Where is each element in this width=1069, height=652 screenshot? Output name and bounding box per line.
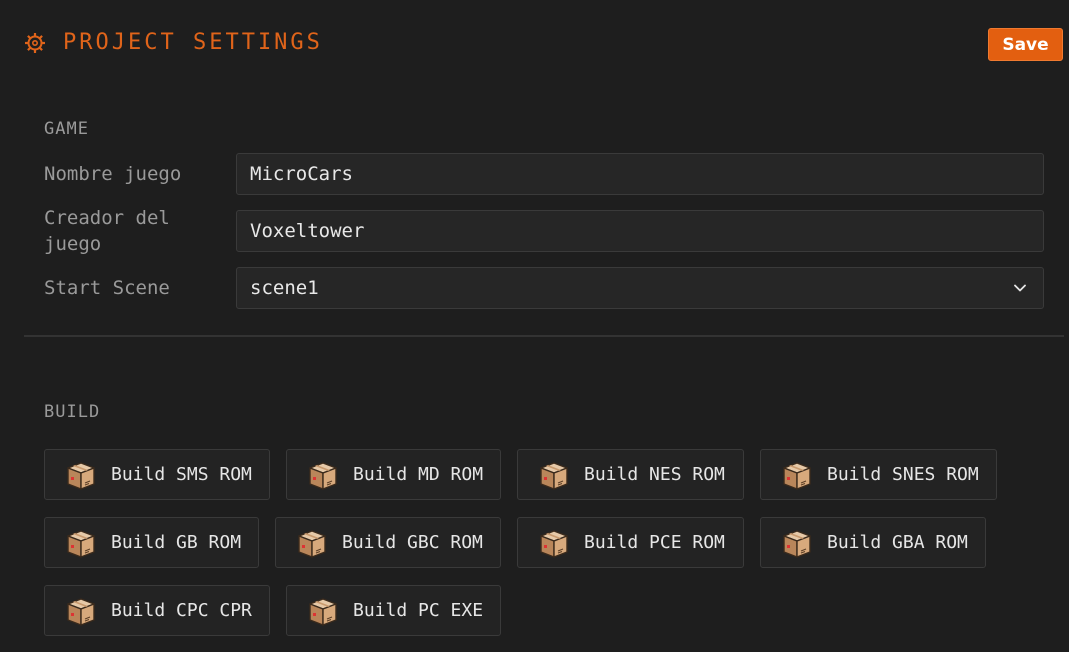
chevron-down-icon bbox=[1014, 284, 1026, 292]
package-icon bbox=[67, 529, 95, 558]
build-button-label: Build PCE ROM bbox=[584, 532, 725, 553]
start-scene-value: scene1 bbox=[250, 277, 319, 299]
build-button-label: Build SNES ROM bbox=[827, 464, 979, 485]
build-button-label: Build GB ROM bbox=[111, 532, 242, 553]
gear-icon bbox=[25, 32, 45, 53]
start-scene-select[interactable]: scene1 bbox=[236, 267, 1044, 309]
game-section-label: GAME bbox=[44, 119, 89, 139]
build-button-label: Build CPC CPR bbox=[111, 600, 252, 621]
package-icon bbox=[540, 461, 568, 490]
build-pc-exe-button[interactable]: Build PC EXE bbox=[286, 585, 501, 636]
package-icon bbox=[67, 597, 95, 626]
build-pce-rom-button[interactable]: Build PCE ROM bbox=[517, 517, 744, 568]
build-cpc-cpr-button[interactable]: Build CPC CPR bbox=[44, 585, 270, 636]
package-icon bbox=[309, 461, 337, 490]
build-nes-rom-button[interactable]: Build NES ROM bbox=[517, 449, 744, 500]
game-name-value: MicroCars bbox=[250, 163, 353, 185]
page-title: PROJECT SETTINGS bbox=[24, 30, 323, 55]
package-icon bbox=[783, 529, 811, 558]
build-button-label: Build GBA ROM bbox=[827, 532, 968, 553]
page-title-text: PROJECT SETTINGS bbox=[63, 30, 323, 55]
build-sms-rom-button[interactable]: Build SMS ROM bbox=[44, 449, 270, 500]
build-snes-rom-button[interactable]: Build SNES ROM bbox=[760, 449, 997, 500]
package-icon bbox=[540, 529, 568, 558]
build-button-label: Build GBC ROM bbox=[342, 532, 483, 553]
build-gbc-rom-button[interactable]: Build GBC ROM bbox=[275, 517, 501, 568]
build-gb-rom-button[interactable]: Build GB ROM bbox=[44, 517, 259, 568]
start-scene-label: Start Scene bbox=[44, 277, 170, 299]
save-button[interactable]: Save bbox=[988, 28, 1063, 61]
game-author-input[interactable]: Voxeltower bbox=[236, 210, 1044, 252]
package-icon bbox=[67, 461, 95, 490]
game-author-value: Voxeltower bbox=[250, 220, 365, 242]
package-icon bbox=[298, 529, 326, 558]
build-button-label: Build NES ROM bbox=[584, 464, 725, 485]
build-md-rom-button[interactable]: Build MD ROM bbox=[286, 449, 501, 500]
build-button-label: Build PC EXE bbox=[353, 600, 484, 621]
build-button-label: Build MD ROM bbox=[353, 464, 484, 485]
build-section-label: BUILD bbox=[44, 402, 101, 422]
package-icon bbox=[783, 461, 811, 490]
build-button-label: Build SMS ROM bbox=[111, 464, 252, 485]
section-divider bbox=[24, 335, 1064, 337]
build-gba-rom-button[interactable]: Build GBA ROM bbox=[760, 517, 986, 568]
game-name-label: Nombre juego bbox=[44, 163, 182, 185]
project-settings-page: PROJECT SETTINGS Save GAME Nombre juego … bbox=[0, 0, 1069, 652]
game-author-label: Creador del juego bbox=[44, 207, 170, 255]
game-name-input[interactable]: MicroCars bbox=[236, 153, 1044, 195]
package-icon bbox=[309, 597, 337, 626]
